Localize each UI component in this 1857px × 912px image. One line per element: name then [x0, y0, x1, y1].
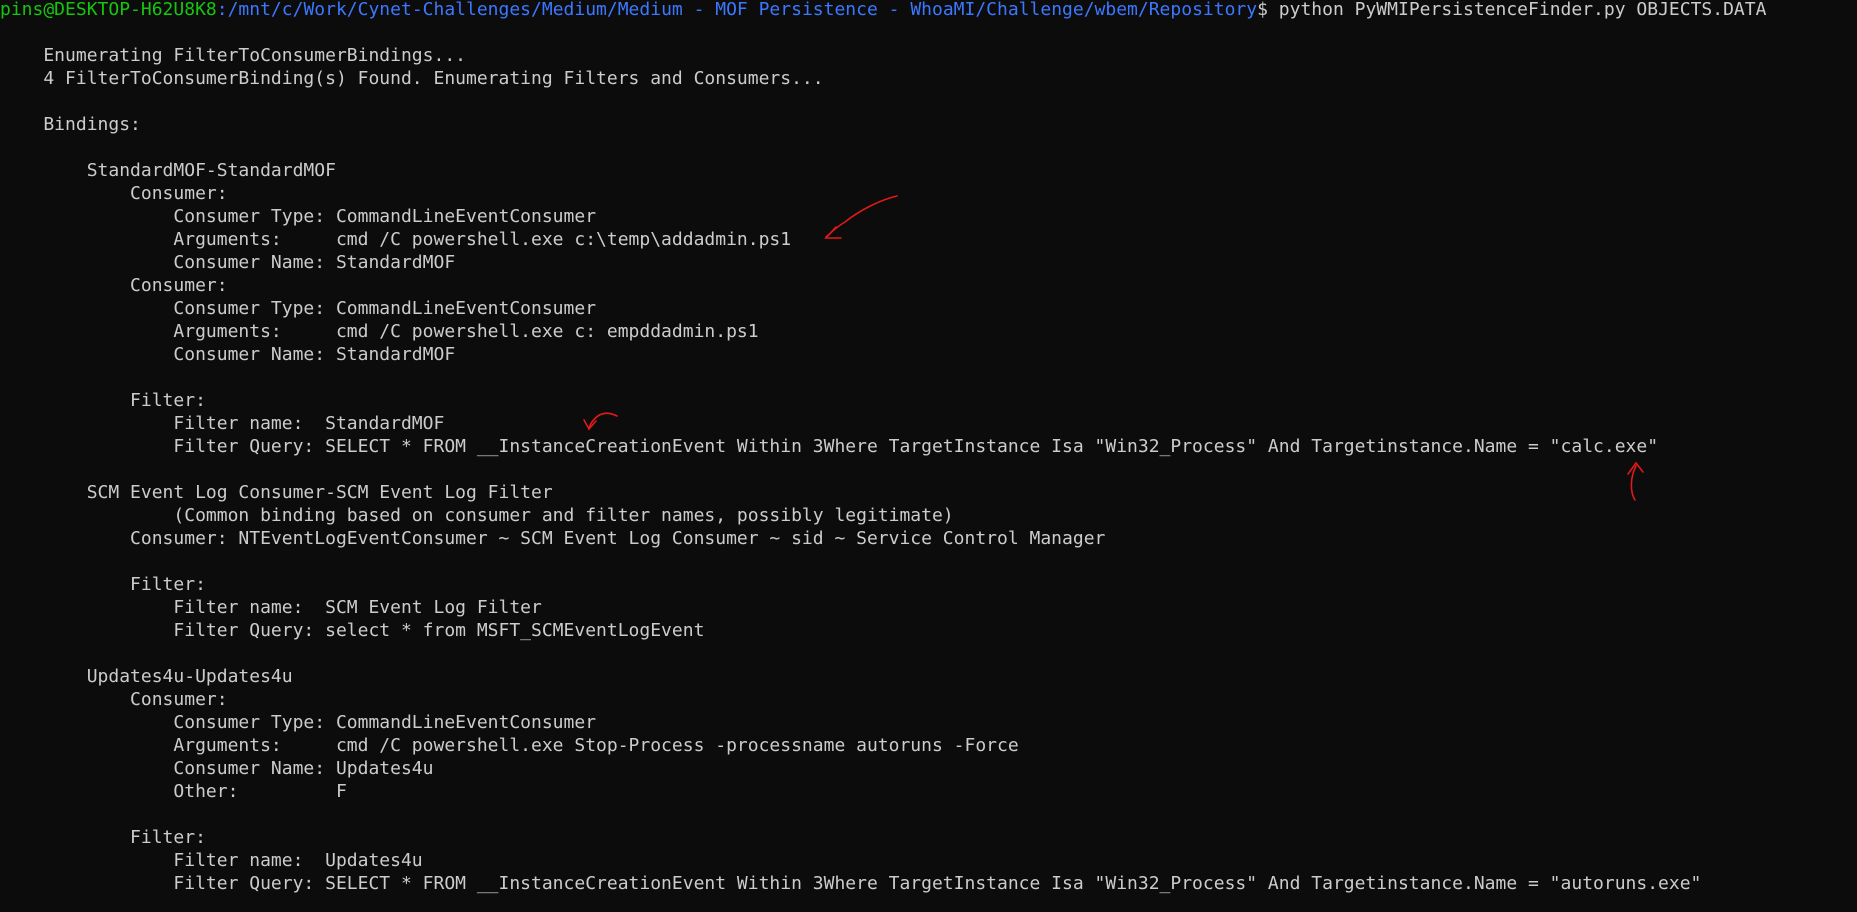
- terminal-output-line: Consumer:: [0, 689, 228, 710]
- prompt-command: python PyWMIPersistenceFinder.py OBJECTS…: [1267, 0, 1767, 20]
- prompt-user-host: pins@DESKTOP-H62U8K8: [0, 0, 217, 20]
- annotation-arrow-calc: [1630, 465, 1637, 501]
- terminal-output-line: Consumer:: [0, 183, 228, 204]
- terminal-output-line: SCM Event Log Consumer-SCM Event Log Fil…: [0, 482, 553, 503]
- terminal-output-line: Bindings:: [0, 114, 141, 135]
- terminal-output-line: Filter:: [0, 574, 206, 595]
- terminal-output-line: Filter:: [0, 390, 206, 411]
- terminal-output-line: Filter:: [0, 827, 206, 848]
- terminal-output-line: Updates4u-Updates4u: [0, 666, 293, 687]
- terminal-output-line: Consumer Name: Updates4u: [0, 758, 434, 779]
- terminal-output-line: Filter name: Updates4u: [0, 850, 423, 871]
- terminal-output-line: Arguments: cmd /C powershell.exe c:\temp…: [0, 229, 792, 250]
- terminal-output-line: Consumer Type: CommandLineEventConsumer: [0, 298, 597, 319]
- terminal-output-line: Filter Query: SELECT * FROM __InstanceCr…: [0, 436, 1659, 457]
- terminal-output-line: Consumer Type: CommandLineEventConsumer: [0, 206, 597, 227]
- annotation-arrow-filtername-head: [583, 419, 597, 431]
- terminal-output-line: Consumer Name: StandardMOF: [0, 344, 456, 365]
- terminal-output-line: Enumerating FilterToConsumerBindings...: [0, 45, 466, 66]
- terminal-output-line: Filter Query: SELECT * FROM __InstanceCr…: [0, 873, 1702, 894]
- annotation-arrow-calc-head: [1627, 461, 1644, 475]
- terminal-output-line: Arguments: cmd /C powershell.exe Stop-Pr…: [0, 735, 1019, 756]
- prompt-symbol: $: [1257, 0, 1268, 20]
- terminal-output-line: Filter name: StandardMOF: [0, 413, 445, 434]
- terminal-output-line: (Common binding based on consumer and fi…: [0, 505, 954, 526]
- terminal-output-line: Consumer: NTEventLogEventConsumer ~ SCM …: [0, 528, 1106, 549]
- terminal-output-line: Filter name: SCM Event Log Filter: [0, 597, 542, 618]
- terminal-output-line: Arguments: cmd /C powershell.exe c: empd…: [0, 321, 759, 342]
- annotation-arrow-filtername: [588, 412, 618, 430]
- terminal-output-line: Consumer Type: CommandLineEventConsumer: [0, 712, 597, 733]
- terminal-window[interactable]: pins@DESKTOP-H62U8K8:/mnt/c/Work/Cynet-C…: [0, 0, 1857, 912]
- prompt-path: :/mnt/c/Work/Cynet-Challenges/Medium/Med…: [216, 0, 1258, 20]
- annotation-arrow-arguments-head: [824, 226, 842, 239]
- terminal-output-line: Other: F: [0, 781, 347, 802]
- terminal-output-line: Filter Query: select * from MSFT_SCMEven…: [0, 620, 705, 641]
- annotation-arrow-arguments: [825, 195, 898, 238]
- terminal-output-line: 4 FilterToConsumerBinding(s) Found. Enum…: [0, 68, 824, 89]
- terminal-output-line: Consumer:: [0, 275, 228, 296]
- terminal-output-line: Consumer Name: StandardMOF: [0, 252, 456, 273]
- prompt-line: pins@DESKTOP-H62U8K8:/mnt/c/Work/Cynet-C…: [0, 0, 1766, 21]
- terminal-output-line: StandardMOF-StandardMOF: [0, 160, 336, 181]
